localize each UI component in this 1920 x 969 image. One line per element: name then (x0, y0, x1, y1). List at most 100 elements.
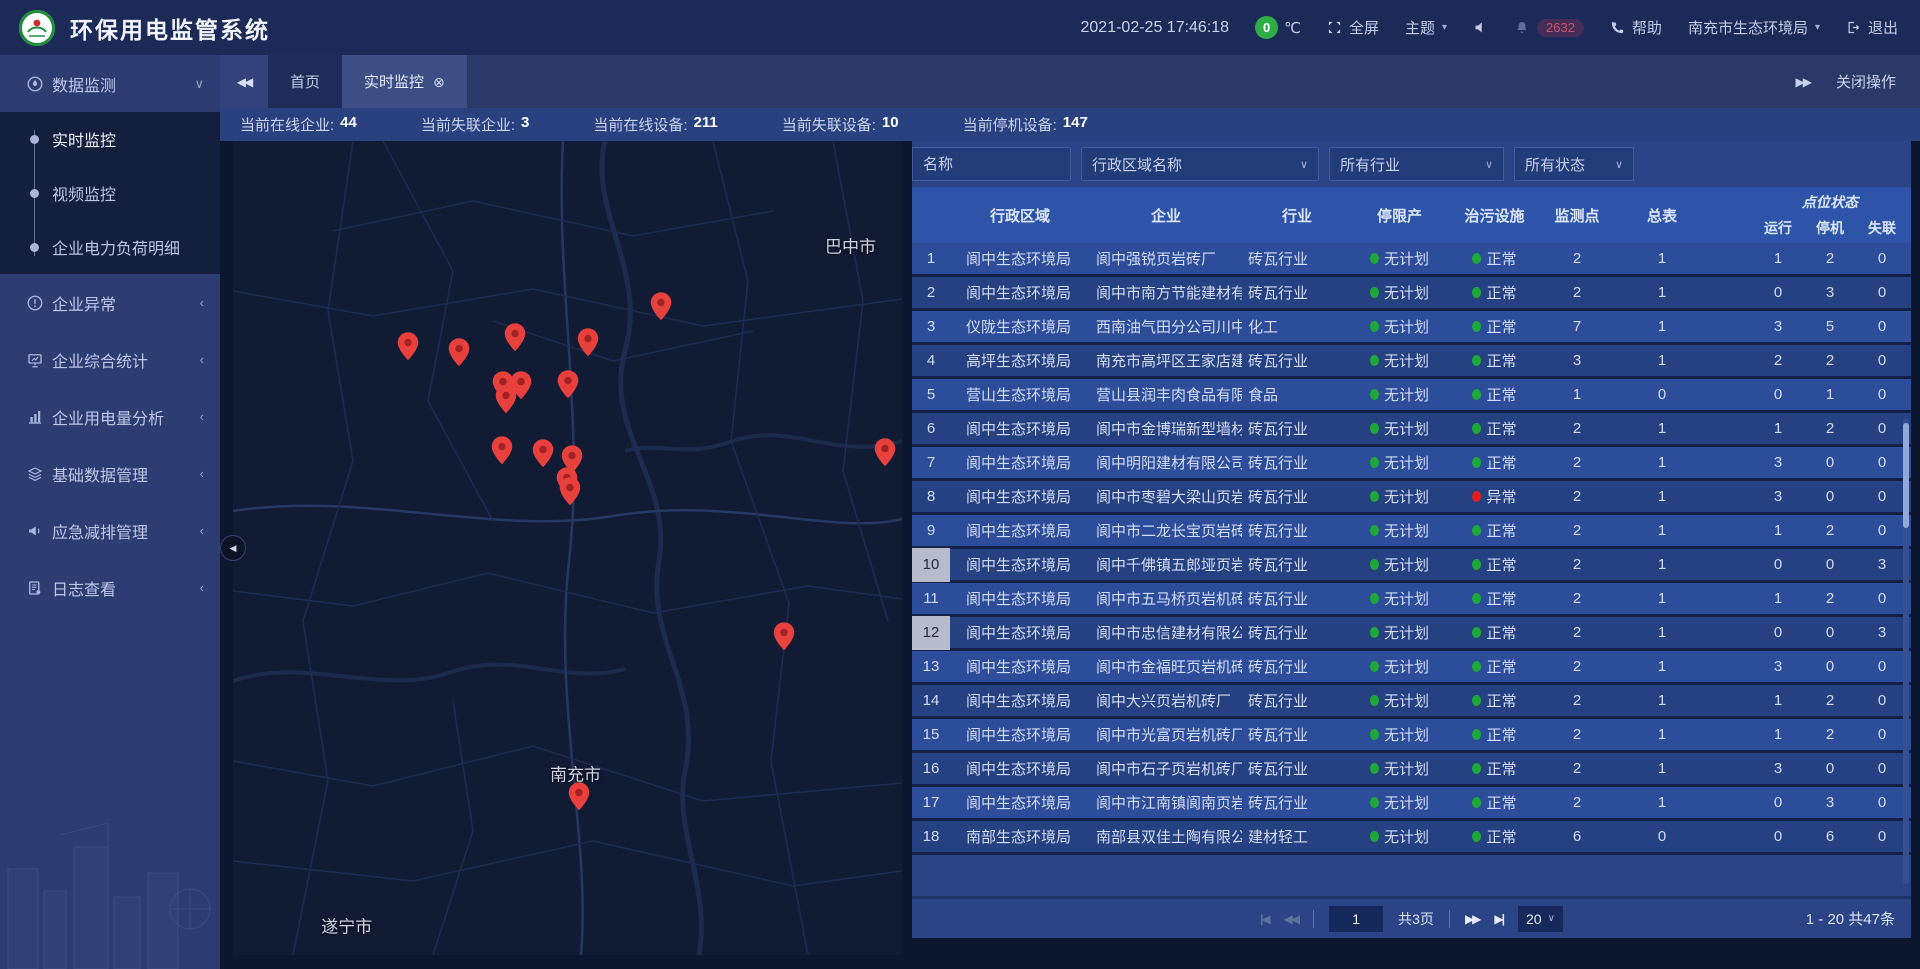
skyline-decoration (0, 799, 220, 969)
sidebar-item-7[interactable]: 日志查看‹ (0, 559, 220, 616)
map-pin[interactable] (774, 622, 795, 650)
table-row[interactable]: 18南部生态环境局南部县双佳土陶有限公建材轻工无计划正常60060 (912, 821, 1911, 855)
temperature-badge: 0 (1255, 16, 1278, 39)
tabs-scroll-left-button[interactable]: ◀◀ (220, 55, 268, 108)
region-select[interactable]: 行政区域名称 ∨ (1081, 147, 1319, 181)
table-row[interactable]: 5营山生态环境局营山县润丰肉食品有限食品无计划正常10010 (912, 379, 1911, 413)
table-row[interactable]: 1阆中生态环境局阆中强锐页岩砖厂砖瓦行业无计划正常21120 (912, 243, 1911, 277)
page-size-select[interactable]: 20 ∨ (1518, 906, 1563, 932)
map-pin[interactable] (874, 438, 895, 466)
map-pin[interactable] (577, 329, 598, 357)
sidebar-item-3[interactable]: 企业综合统计‹ (0, 331, 220, 388)
first-page-button[interactable]: |◀ (1260, 912, 1269, 926)
fullscreen-button[interactable]: 全屏 (1327, 17, 1379, 38)
prev-page-button[interactable]: ◀◀ (1284, 912, 1298, 926)
table-row[interactable]: 8阆中生态环境局阆中市枣碧大梁山页岩砖瓦行业无计划异常21300 (912, 481, 1911, 515)
limit-text: 无计划 (1384, 554, 1429, 575)
map-pin[interactable] (559, 477, 580, 505)
map-pin[interactable] (397, 332, 418, 360)
industry-select[interactable]: 所有行业 ∨ (1329, 147, 1504, 181)
map-pin[interactable] (651, 292, 672, 320)
sidebar-item-label: 企业综合统计 (52, 348, 148, 372)
cell-limit: 无计划 (1352, 826, 1447, 847)
sidebar-item-视频监控[interactable]: 视频监控 (0, 166, 220, 220)
cell-meter: 1 (1612, 318, 1712, 335)
limit-text: 无计划 (1384, 316, 1429, 337)
sidebar-item-label: 企业用电量分析 (52, 405, 164, 429)
status-dot-icon (1370, 491, 1379, 502)
help-button[interactable]: 帮助 (1610, 17, 1662, 38)
facility-text: 正常 (1486, 724, 1516, 745)
status-dot-icon (1472, 695, 1481, 706)
tabs-scroll-right-button[interactable]: ▶▶ (1796, 75, 1810, 89)
notifications-button[interactable]: 2632 (1514, 19, 1584, 37)
row-number: 3 (912, 318, 950, 335)
table-row[interactable]: 14阆中生态环境局阆中大兴页岩机砖厂砖瓦行业无计划正常21120 (912, 685, 1911, 719)
table-scrollbar-thumb[interactable] (1903, 423, 1909, 528)
cell-region: 阆中生态环境局 (950, 792, 1090, 813)
map-pin[interactable] (491, 436, 512, 464)
table-row[interactable]: 4高坪生态环境局南充市高坪区王家店建砖瓦行业无计划正常31220 (912, 345, 1911, 379)
map-pin[interactable] (505, 324, 526, 352)
status-select[interactable]: 所有状态 ∨ (1514, 147, 1634, 181)
close-operations-button[interactable]: 关闭操作 (1836, 71, 1896, 92)
map-panel[interactable]: 巴中市南充市遂宁市 ◀ (233, 141, 902, 955)
map-pin[interactable] (495, 385, 516, 413)
chevron-left-icon: ‹ (200, 466, 204, 481)
map-pin[interactable] (568, 782, 589, 810)
table-row[interactable]: 10阆中生态环境局阆中千佛镇五郎垭页岩砖瓦行业无计划正常21003 (912, 549, 1911, 583)
cell-points: 7 (1542, 318, 1612, 335)
logout-button[interactable]: 退出 (1846, 17, 1898, 38)
tab-实时监控[interactable]: 实时监控⊗ (342, 55, 467, 108)
table-row[interactable]: 2阆中生态环境局阆中市南方节能建材有砖瓦行业无计划正常21030 (912, 277, 1911, 311)
map-pin[interactable] (449, 338, 470, 366)
stat-value: 211 (694, 114, 718, 135)
table-row[interactable]: 15阆中生态环境局阆中市光富页岩机砖厂砖瓦行业无计划正常21120 (912, 719, 1911, 753)
sidebar-item-5[interactable]: 基础数据管理‹ (0, 445, 220, 502)
tab-首页[interactable]: 首页 (268, 55, 342, 108)
table-row[interactable]: 3仪陇生态环境局西南油气田分公司川中化工无计划正常71350 (912, 311, 1911, 345)
cell-facility: 正常 (1447, 452, 1542, 473)
sidebar-item-4[interactable]: 企业用电量分析‹ (0, 388, 220, 445)
sidebar-item-实时监控[interactable]: 实时监控 (0, 112, 220, 166)
facility-text: 正常 (1486, 758, 1516, 779)
theme-dropdown[interactable]: 主题 ▾ (1405, 17, 1447, 38)
page-number-input[interactable] (1329, 906, 1383, 932)
status-dot-icon (1472, 321, 1481, 332)
cell-limit: 无计划 (1352, 316, 1447, 337)
table-row[interactable]: 16阆中生态环境局阆中市石子页岩机砖厂砖瓦行业无计划正常21300 (912, 753, 1911, 787)
sidebar-item-1[interactable]: 数据监测∨ (0, 55, 220, 112)
cell-region: 阆中生态环境局 (950, 588, 1090, 609)
facility-text: 正常 (1486, 656, 1516, 677)
cell-region: 阆中生态环境局 (950, 758, 1090, 779)
limit-text: 无计划 (1384, 384, 1429, 405)
table-row[interactable]: 11阆中生态环境局阆中市五马桥页岩机砖砖瓦行业无计划正常21120 (912, 583, 1911, 617)
sound-mute-button[interactable] (1473, 20, 1488, 35)
map-pin[interactable] (532, 439, 553, 467)
table-row[interactable]: 9阆中生态环境局阆中市二龙长宝页岩砖砖瓦行业无计划正常21120 (912, 515, 1911, 549)
table-row[interactable]: 7阆中生态环境局阆中明阳建材有限公司砖瓦行业无计划正常21300 (912, 447, 1911, 481)
sidebar-item-企业电力负荷明细[interactable]: 企业电力负荷明细 (0, 220, 220, 274)
tab-close-icon[interactable]: ⊗ (433, 75, 445, 89)
stat-当前失联企业: 当前失联企业:3 (421, 114, 530, 135)
table-row[interactable]: 12阆中生态环境局阆中市忠信建材有限公砖瓦行业无计划正常21003 (912, 617, 1911, 651)
cell-points: 6 (1542, 828, 1612, 845)
cell-meter: 1 (1612, 760, 1712, 777)
map-pin[interactable] (558, 370, 579, 398)
user-dropdown[interactable]: 南充市生态环境局 ▾ (1688, 17, 1820, 38)
last-page-button[interactable]: ▶| (1494, 912, 1503, 926)
sidebar-item-6[interactable]: 应急减排管理‹ (0, 502, 220, 559)
limit-text: 无计划 (1384, 826, 1429, 847)
map-collapse-button[interactable]: ◀ (220, 535, 246, 561)
chevron-down-icon: ∨ (1548, 913, 1555, 924)
table-row[interactable]: 6阆中生态环境局阆中市金博瑞新型墙材砖瓦行业无计划正常21120 (912, 413, 1911, 447)
limit-text: 无计划 (1384, 724, 1429, 745)
name-search-input[interactable] (912, 147, 1071, 181)
table-row[interactable]: 13阆中生态环境局阆中市金福旺页岩机砖砖瓦行业无计划正常21300 (912, 651, 1911, 685)
cell-industry: 砖瓦行业 (1242, 792, 1352, 813)
sidebar-item-2[interactable]: 企业异常‹ (0, 274, 220, 331)
table-row[interactable]: 17阆中生态环境局阆中市江南镇阆南页岩砖瓦行业无计划正常21030 (912, 787, 1911, 821)
industry-select-value: 所有行业 (1340, 154, 1400, 175)
cell-company: 西南油气田分公司川中 (1090, 316, 1242, 337)
next-page-button[interactable]: ▶▶ (1465, 912, 1479, 926)
